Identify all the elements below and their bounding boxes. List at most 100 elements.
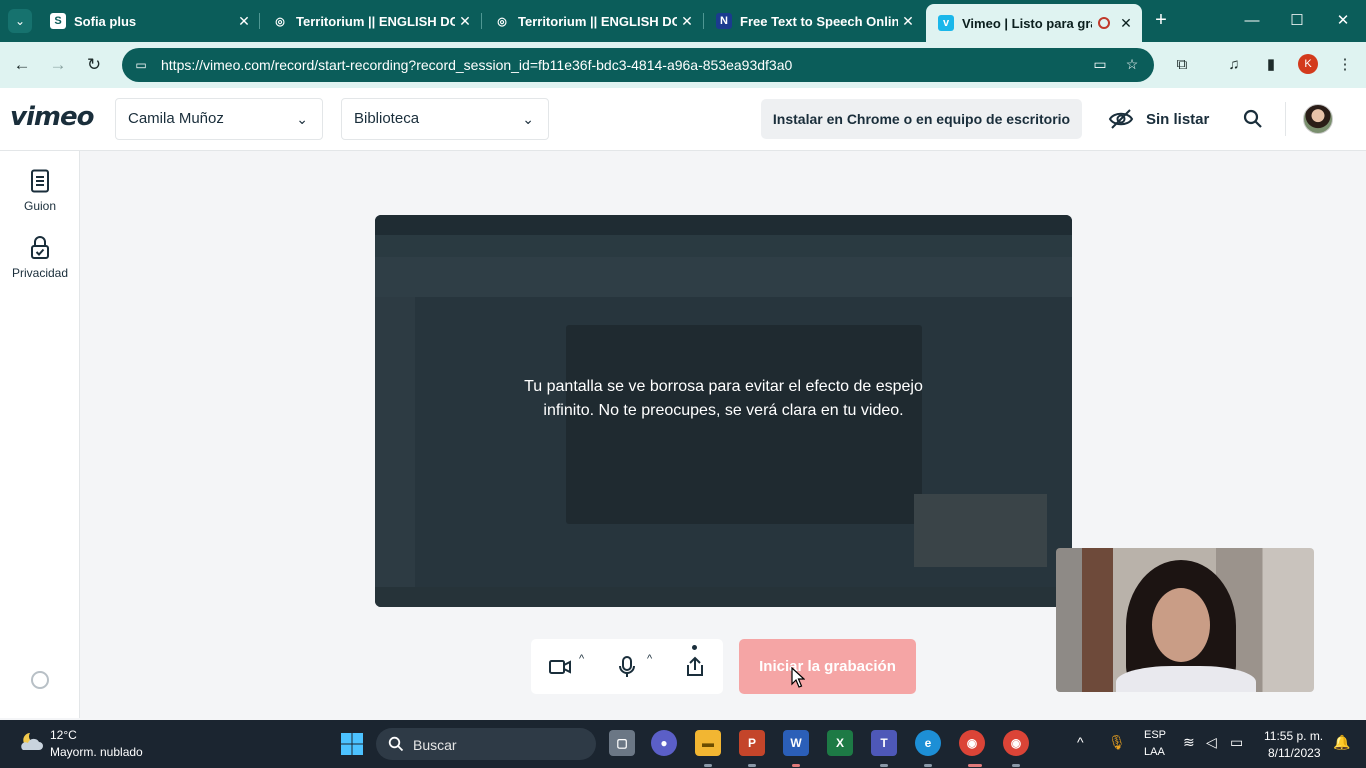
tab-title: Free Text to Speech Online [740, 13, 898, 29]
tab-vimeo-active[interactable]: v Vimeo | Listo para grab ✕ [926, 4, 1142, 42]
close-tab-icon[interactable]: ✕ [677, 13, 697, 30]
vimeo-header: vimeo Camila Muñoz ⌄ Biblioteca ⌄ Instal… [0, 88, 1366, 151]
extensions-icon[interactable]: ⧉ [1170, 53, 1194, 77]
recorder-sidebar: Guion Privacidad [0, 151, 80, 718]
wifi-icon[interactable]: ≋ [1183, 734, 1195, 751]
teams-icon[interactable]: T [871, 730, 897, 756]
input-language[interactable]: ESP [1144, 729, 1166, 741]
browser-tab-strip: ⌄ S Sofia plus ✕ ◎ Territorium || ENGLIS… [0, 0, 1366, 42]
back-button[interactable]: ← [10, 53, 34, 77]
windows-taskbar: 12°C Mayorm. nublado Buscar ▢ ● ▬ P W X … [0, 720, 1366, 768]
start-recording-button[interactable]: Iniciar la grabación [739, 639, 916, 694]
close-window-button[interactable]: ✕ [1320, 0, 1366, 42]
camera-icon[interactable] [548, 655, 572, 679]
tab-search-menu-button[interactable]: ⌄ [8, 9, 32, 33]
install-app-button[interactable]: Instalar en Chrome o en equipo de escrit… [761, 99, 1082, 139]
windows-start-icon[interactable] [340, 732, 364, 756]
forward-button[interactable]: → [46, 53, 70, 77]
running-indicator [968, 764, 982, 767]
tab-territorium-1[interactable]: ◎ Territorium || ENGLISH DOE ✕ [260, 0, 481, 42]
microphone-options-caret-icon[interactable]: ^ [647, 653, 652, 665]
close-tab-icon[interactable]: ✕ [1116, 15, 1136, 32]
show-hidden-icons-chevron-icon[interactable]: ^ [1077, 734, 1084, 750]
media-controls: ^ ^ [531, 639, 723, 694]
address-bar[interactable]: ▭ https://vimeo.com/record/start-recordi… [122, 48, 1154, 82]
sidebar-item-privacidad[interactable]: Privacidad [0, 236, 80, 280]
account-dropdown-value: Camila Muñoz [128, 110, 224, 127]
folder-dropdown-value: Biblioteca [354, 110, 420, 127]
privacy-unlisted-button[interactable]: Sin listar [1108, 108, 1209, 130]
teams-chat-icon[interactable]: ● [651, 730, 677, 756]
new-tab-button[interactable]: + [1150, 9, 1172, 31]
preview-header [375, 257, 1072, 297]
taskbar-search-label: Buscar [413, 737, 457, 753]
word-icon[interactable]: W [783, 730, 809, 756]
notifications-icon[interactable]: 🔔 [1333, 734, 1350, 751]
lock-check-icon [31, 236, 49, 259]
screen-share-active-dot [692, 645, 697, 650]
eye-off-icon [1108, 109, 1134, 129]
search-icon[interactable] [1241, 107, 1265, 131]
microphone-in-use-icon[interactable]: 🎙 [1108, 734, 1126, 751]
screen-share-icon[interactable] [683, 655, 707, 679]
powerpoint-icon[interactable]: P [739, 730, 765, 756]
account-dropdown[interactable]: Camila Muñoz ⌄ [115, 98, 323, 140]
vimeo-logo[interactable]: vimeo [10, 102, 94, 132]
close-tab-icon[interactable]: ✕ [234, 13, 254, 30]
preview-webcam-thumbnail [914, 494, 1047, 567]
privacy-status-label: Sin listar [1146, 110, 1210, 128]
search-icon [388, 736, 404, 752]
tab-title: Territorium || ENGLISH DOE [518, 13, 677, 29]
mouse-cursor-icon [791, 667, 805, 688]
side-panel-icon[interactable]: ▮ [1259, 53, 1283, 77]
browser-profile-avatar[interactable]: K [1298, 54, 1318, 74]
edge-icon[interactable]: e [915, 730, 941, 756]
script-document-icon [31, 169, 49, 193]
partly-cloudy-night-icon[interactable] [18, 730, 44, 752]
webcam-preview[interactable] [1056, 548, 1314, 692]
volume-icon[interactable]: ◁ [1206, 734, 1217, 751]
territorium-icon: ◎ [275, 15, 285, 28]
taskbar-date[interactable]: 8/11/2023 [1268, 746, 1321, 760]
battery-icon[interactable]: ▭ [1230, 734, 1243, 751]
keyboard-layout[interactable]: LAA [1144, 746, 1165, 758]
close-tab-icon[interactable]: ✕ [455, 13, 475, 30]
camera-options-caret-icon[interactable]: ^ [579, 653, 584, 665]
microphone-icon[interactable] [617, 655, 637, 679]
tab-territorium-2[interactable]: ◎ Territorium || ENGLISH DOE ✕ [482, 0, 703, 42]
preview-taskbar [375, 587, 1072, 607]
user-avatar[interactable] [1303, 104, 1333, 134]
chrome-icon[interactable]: ◉ [1003, 730, 1029, 756]
sidebar-item-guion[interactable]: Guion [0, 169, 80, 213]
excel-icon[interactable]: X [827, 730, 853, 756]
browser-menu-icon[interactable]: ⋮ [1333, 53, 1357, 77]
camera-in-use-icon[interactable]: ▭ [1090, 56, 1110, 74]
tab-title: Vimeo | Listo para grab [962, 15, 1092, 31]
webcam-person-shirt [1116, 666, 1256, 692]
reload-button[interactable]: ↻ [82, 53, 106, 77]
taskbar-search-box[interactable]: Buscar [376, 728, 596, 760]
tab-text-to-speech[interactable]: N Free Text to Speech Online ✕ [704, 0, 924, 42]
naturalreaders-icon: N [716, 13, 732, 29]
chrome-profile-k-icon[interactable]: ◉ [959, 730, 985, 756]
preview-sidebar [375, 297, 415, 587]
weather-temperature: 12°C [50, 728, 77, 742]
task-view-icon[interactable]: ▢ [609, 730, 635, 756]
taskbar-time[interactable]: 11:55 p. m. [1264, 729, 1323, 743]
bookmark-star-icon[interactable]: ☆ [1122, 56, 1142, 74]
camera-permission-icon[interactable]: ▭ [132, 56, 150, 74]
minimize-window-button[interactable]: — [1229, 0, 1275, 42]
file-explorer-icon[interactable]: ▬ [695, 730, 721, 756]
tab-sofia-plus[interactable]: S Sofia plus ✕ [38, 0, 260, 42]
running-indicator [880, 764, 888, 767]
running-indicator [924, 764, 932, 767]
blur-explanation-message: Tu pantalla se ve borrosa para evitar el… [524, 378, 923, 419]
running-indicator [792, 764, 800, 767]
close-tab-icon[interactable]: ✕ [898, 13, 918, 30]
header-divider [1285, 102, 1286, 136]
media-control-icon[interactable]: ♫ [1222, 53, 1246, 77]
folder-dropdown[interactable]: Biblioteca ⌄ [341, 98, 549, 140]
help-icon[interactable] [31, 671, 49, 689]
url-text: https://vimeo.com/record/start-recording… [161, 57, 793, 73]
maximize-window-button[interactable]: ☐ [1274, 0, 1320, 42]
